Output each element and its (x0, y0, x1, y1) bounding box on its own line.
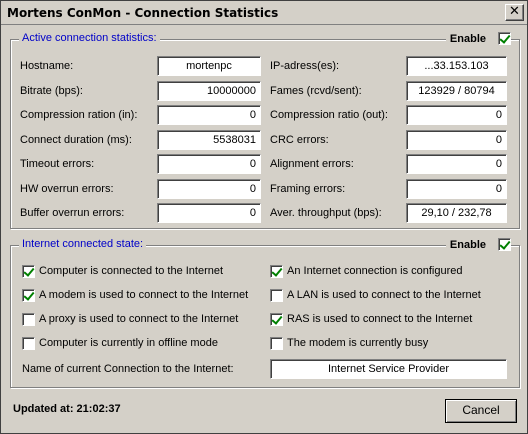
status-checkbox-left-3[interactable] (22, 336, 35, 350)
status-label-left-3: Computer is currently in offline mode (39, 337, 218, 349)
status-item-left-3[interactable]: Computer is currently in offline mode (22, 335, 218, 351)
stat-field-right-2[interactable]: 0 (406, 105, 507, 125)
stat-label-right-4: Alignment errors: (270, 158, 354, 170)
status-item-right-3[interactable]: The modem is currently busy (270, 335, 428, 351)
internet-enable-label: Enable (449, 238, 486, 251)
connection-name-label: Name of current Connection to the Intern… (22, 363, 234, 375)
stat-field-left-0[interactable]: mortenpc (157, 56, 261, 76)
close-button[interactable]: ✕ (505, 4, 524, 21)
status-item-left-1[interactable]: A modem is used to connect to the Intern… (22, 287, 248, 303)
stat-label-left-2: Compression ration (in): (20, 109, 138, 121)
status-checkbox-left-2[interactable] (22, 312, 35, 326)
stat-label-left-5: HW overrun errors: (20, 183, 114, 195)
stat-label-right-1: Fames (rcvd/sent): (270, 85, 362, 97)
stat-label-right-2: Compression ratio (out): (270, 109, 388, 121)
stat-field-right-6[interactable]: 29,10 / 232,78 (406, 203, 507, 223)
stat-label-left-1: Bitrate (bps): (20, 85, 83, 97)
status-label-left-1: A modem is used to connect to the Intern… (39, 289, 249, 301)
stats-enable[interactable]: Enable (445, 32, 511, 45)
updated-at-label: Updated at: 21:02:37 (13, 403, 121, 415)
stat-field-left-5[interactable]: 0 (157, 179, 261, 199)
internet-group-title: Internet connected state: (19, 238, 147, 250)
stats-enable-label: Enable (449, 32, 486, 45)
status-item-left-2[interactable]: A proxy is used to connect to the Intern… (22, 311, 238, 327)
status-checkbox-right-2[interactable] (270, 312, 283, 326)
title-bar[interactable]: Mortens ConMon - Connection Statistics ✕ (1, 1, 527, 25)
main-window: Mortens ConMon - Connection Statistics ✕… (0, 0, 528, 434)
stat-field-right-0[interactable]: ...33.153.103 (406, 56, 507, 76)
status-checkbox-right-3[interactable] (270, 336, 283, 350)
stat-field-right-1[interactable]: 123929 / 80794 (406, 81, 507, 101)
stat-label-left-3: Connect duration (ms): (20, 134, 132, 146)
status-checkbox-left-0[interactable] (22, 264, 35, 278)
status-item-right-1[interactable]: A LAN is used to connect to the Internet (270, 287, 481, 303)
stats-enable-checkbox[interactable] (498, 32, 511, 45)
status-item-right-2[interactable]: RAS is used to connect to the Internet (270, 311, 472, 327)
connection-name-field[interactable]: Internet Service Provider (270, 359, 507, 379)
stat-field-left-1[interactable]: 10000000 (157, 81, 261, 101)
status-item-right-0[interactable]: An Internet connection is configured (270, 263, 463, 279)
internet-enable[interactable]: Enable (445, 238, 511, 251)
stat-label-right-6: Aver. throughput (bps): (270, 207, 382, 219)
status-label-right-3: The modem is currently busy (287, 337, 429, 349)
stat-field-left-2[interactable]: 0 (157, 105, 261, 125)
stat-label-left-4: Timeout errors: (20, 158, 95, 170)
stat-field-left-3[interactable]: 5538031 (157, 130, 261, 150)
stat-label-right-5: Framing errors: (270, 183, 346, 195)
status-checkbox-right-1[interactable] (270, 288, 283, 302)
stat-field-left-6[interactable]: 0 (157, 203, 261, 223)
cancel-button[interactable]: Cancel (445, 399, 517, 423)
stat-label-right-0: IP-adress(es): (270, 60, 340, 72)
status-label-right-2: RAS is used to connect to the Internet (287, 313, 473, 325)
stat-label-right-3: CRC errors: (270, 134, 329, 146)
stats-group-title: Active connection statistics: (19, 32, 160, 44)
status-item-left-0[interactable]: Computer is connected to the Internet (22, 263, 223, 279)
stat-field-right-3[interactable]: 0 (406, 130, 507, 150)
close-icon: ✕ (509, 4, 520, 19)
status-label-right-1: A LAN is used to connect to the Internet (287, 289, 481, 301)
internet-enable-checkbox[interactable] (498, 238, 511, 251)
stat-field-right-5[interactable]: 0 (406, 179, 507, 199)
stat-field-left-4[interactable]: 0 (157, 154, 261, 174)
stat-label-left-6: Buffer overrun errors: (20, 207, 125, 219)
status-label-left-2: A proxy is used to connect to the Intern… (39, 313, 239, 325)
status-checkbox-left-1[interactable] (22, 288, 35, 302)
stat-field-right-4[interactable]: 0 (406, 154, 507, 174)
status-label-right-0: An Internet connection is configured (287, 265, 463, 277)
status-label-left-0: Computer is connected to the Internet (39, 265, 224, 277)
stats-group: Active connection statistics: Enable Hos… (10, 32, 520, 229)
status-checkbox-right-0[interactable] (270, 264, 283, 278)
internet-group: Internet connected state: Enable Compute… (10, 238, 520, 388)
window-title: Mortens ConMon - Connection Statistics (7, 6, 279, 20)
stat-label-left-0: Hostname: (20, 60, 74, 72)
